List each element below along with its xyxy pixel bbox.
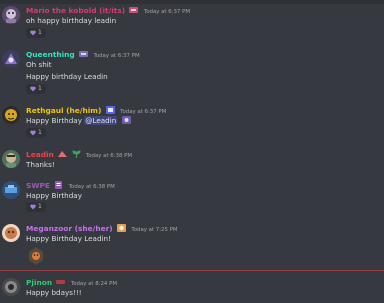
reaction-count: 1 bbox=[38, 29, 42, 36]
scrolled-off-message-edge bbox=[0, 0, 384, 4]
timestamp[interactable]: Today at 7:25 PM bbox=[131, 227, 177, 233]
timestamp[interactable]: Today at 6:37 PM bbox=[93, 53, 139, 59]
purple-heart-icon bbox=[30, 86, 36, 92]
message-text: Happy Birthday Leadin! bbox=[26, 234, 111, 243]
purple-heart-icon bbox=[30, 30, 36, 36]
message-text: Thanks! bbox=[26, 160, 55, 169]
avatar[interactable] bbox=[2, 224, 20, 242]
avatar[interactable] bbox=[2, 6, 20, 24]
message-text-part: Happy Birthday bbox=[26, 116, 82, 125]
username[interactable]: Meganzoor (she/her) bbox=[26, 224, 113, 233]
avatar[interactable] bbox=[2, 181, 20, 199]
reaction-button[interactable]: 1 bbox=[26, 84, 46, 94]
message-text: oh happy birthday leadin bbox=[26, 16, 117, 25]
timestamp[interactable]: Today at 6:37 PM bbox=[120, 109, 166, 115]
message-text: Happy birthday Leadin bbox=[26, 72, 108, 81]
purple-heart-icon bbox=[30, 130, 36, 136]
avatar[interactable] bbox=[2, 150, 20, 168]
username[interactable]: Leadin bbox=[26, 150, 54, 159]
sprout-icon bbox=[72, 150, 81, 158]
role-badge-icon bbox=[129, 6, 139, 14]
timestamp[interactable]: Today at 6:38 PM bbox=[86, 153, 132, 159]
new-messages-divider bbox=[0, 270, 384, 271]
role-badge-icon bbox=[56, 278, 66, 286]
username[interactable]: SWPE bbox=[26, 181, 50, 190]
username[interactable]: Pjinon bbox=[26, 278, 52, 287]
reaction-button[interactable]: 1 bbox=[26, 128, 46, 138]
reaction-count: 1 bbox=[38, 203, 42, 210]
role-badge-icon bbox=[58, 150, 68, 158]
timestamp[interactable]: Today at 6:37 PM bbox=[144, 9, 190, 15]
avatar[interactable] bbox=[2, 106, 20, 124]
reaction-button[interactable]: 1 bbox=[26, 28, 46, 38]
reaction-count: 1 bbox=[38, 129, 42, 136]
role-badge-icon bbox=[54, 181, 63, 189]
avatar[interactable] bbox=[2, 50, 20, 68]
emoji-icon bbox=[121, 116, 131, 124]
reaction-count: 1 bbox=[38, 85, 42, 92]
username[interactable]: Rethgaul (he/him) bbox=[26, 106, 101, 115]
message-text: Happy Birthday bbox=[26, 191, 82, 200]
role-badge-icon bbox=[79, 50, 89, 58]
avatar[interactable] bbox=[2, 278, 20, 296]
message-text: Happy bdays!!! bbox=[26, 288, 82, 297]
user-mention[interactable]: @Leadin bbox=[84, 116, 118, 125]
role-badge-icon bbox=[105, 106, 115, 114]
username[interactable]: Queenthing bbox=[26, 50, 75, 59]
reaction-button[interactable]: 1 bbox=[26, 202, 46, 212]
purple-heart-icon bbox=[30, 204, 36, 210]
role-badge-icon bbox=[117, 224, 126, 232]
timestamp[interactable]: Today at 6:38 PM bbox=[69, 184, 115, 190]
message-text: Happy Birthday @Leadin bbox=[26, 116, 131, 126]
username[interactable]: Mario the kobold (it/its) bbox=[26, 6, 125, 15]
message-text: Oh shit bbox=[26, 60, 52, 69]
timestamp[interactable]: Today at 8:24 PM bbox=[71, 281, 117, 287]
sticker-image bbox=[28, 246, 44, 266]
